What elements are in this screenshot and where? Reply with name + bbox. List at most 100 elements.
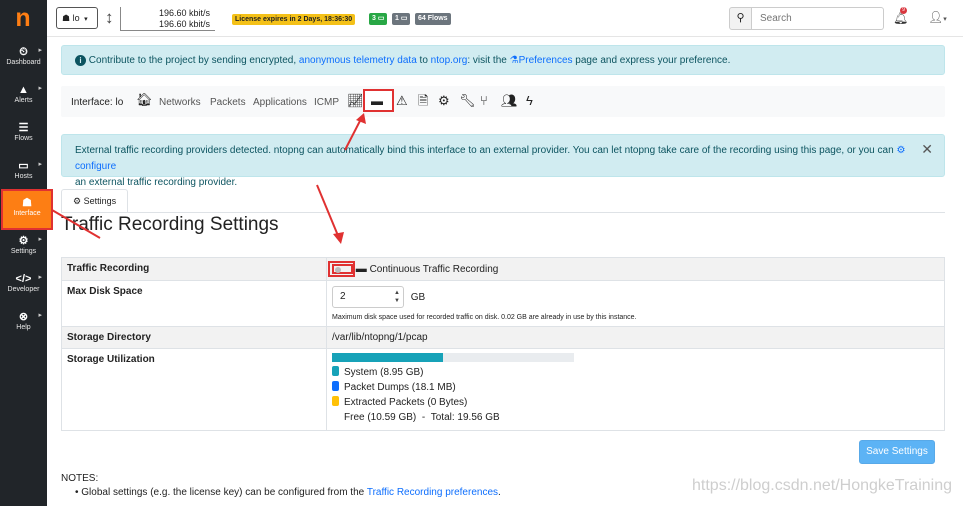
alerts-badge[interactable]: 3 ▭	[369, 13, 388, 25]
sidebar-item-developer[interactable]: </> Developer ▸	[0, 267, 47, 305]
warning-icon[interactable]: ⚠	[396, 94, 408, 108]
sidebar-item-flows[interactable]: ☰ Flows	[0, 116, 47, 154]
unit-label: GB	[410, 291, 426, 303]
user-icon[interactable]: 👤︎▾	[928, 10, 947, 24]
telemetry-link[interactable]: anonymous telemetry data	[299, 55, 417, 66]
legend-system: System (8.95 GB)	[332, 365, 939, 380]
legend-label: System (8.95 GB)	[344, 367, 424, 378]
traffic-recording-toggle[interactable]	[332, 264, 353, 275]
laptop-icon: ▭	[400, 15, 408, 22]
storage-progress-bar	[332, 353, 574, 362]
wrench-icon[interactable]: 🔧︎	[459, 94, 476, 108]
flows-icon: ☰	[18, 122, 29, 134]
chevron-right-icon: ▸	[38, 161, 42, 168]
storage-totals: Free (10.59 GB) - Total: 19.56 GB	[332, 410, 939, 425]
interface-icon: ☗	[22, 197, 32, 209]
row-value: ▬ Continuous Traffic Recording	[326, 257, 945, 281]
throughput-tx: 196.60 kbit/s	[159, 19, 211, 29]
interface-nav: Interface: lo 🏠︎ Networks Packets Applic…	[61, 86, 945, 117]
chevron-right-icon: ▸	[38, 85, 42, 92]
sidebar-item-label: Interface	[13, 210, 41, 217]
chevron-down-icon: ▾	[84, 16, 88, 23]
sidebar-item-label: Help	[16, 324, 31, 331]
row-key: Max Disk Space	[61, 280, 327, 327]
home-icon[interactable]: 🏠︎	[136, 93, 153, 107]
throughput-chart[interactable]: 196.60 kbit/s 196.60 kbit/s	[120, 7, 215, 31]
bolt-icon[interactable]: ϟ	[526, 94, 533, 108]
devices-badge[interactable]: 1 ▭	[392, 13, 411, 25]
chevron-right-icon: ▸	[38, 236, 42, 243]
top-bar: ☗ lo ▾ ↕ 196.60 kbit/s 196.60 kbit/s Lic…	[47, 0, 963, 37]
interface-selector[interactable]: ☗ lo ▾	[56, 7, 98, 29]
sidebar-item-interface[interactable]: ☗ Interface	[1, 189, 53, 230]
row-key: Traffic Recording	[61, 257, 327, 281]
nav-networks[interactable]: Networks	[159, 97, 201, 108]
save-settings-button[interactable]: Save Settings	[859, 440, 935, 464]
chevron-right-icon: ▸	[38, 47, 42, 54]
telemetry-alert: i Contribute to the project by sending e…	[61, 45, 945, 75]
flows-badge[interactable]: 64 Flows	[415, 13, 451, 25]
max-disk-space-input[interactable]: 2 ▲ ▼	[332, 286, 404, 308]
users-icon[interactable]: 👥︎	[501, 94, 518, 108]
preferences-link[interactable]: ⚗Preferences	[510, 55, 573, 66]
telemetry-prefix: Contribute to the project by sending enc…	[88, 55, 297, 66]
tab-divider	[61, 212, 945, 213]
telemetry-mid: to	[419, 55, 428, 66]
notes-suffix: .	[498, 487, 501, 498]
table-row: Traffic Recording ▬ Continuous Traffic R…	[61, 257, 945, 281]
storage-progress-fill	[332, 353, 444, 362]
cog-icon: ⚙	[896, 145, 906, 156]
disk-space-help: Maximum disk space used for recorded tra…	[332, 314, 637, 321]
tab-settings[interactable]: ⚙ Settings	[61, 189, 128, 213]
info-icon: i	[75, 55, 86, 66]
notes-item: • Global settings (e.g. the license key)…	[75, 487, 501, 498]
legend-swatch	[332, 396, 339, 406]
nav-packets[interactable]: Packets	[210, 97, 246, 108]
flask-icon: ⚗	[509, 55, 519, 66]
page-title: Traffic Recording Settings	[61, 214, 279, 235]
search-input[interactable]	[752, 7, 884, 30]
telemetry-mid2: : visit the	[467, 55, 507, 66]
settings-table: Traffic Recording ▬ Continuous Traffic R…	[61, 257, 945, 431]
configure-link-label: configure	[75, 161, 117, 172]
cog-icon: ⚙	[73, 196, 82, 206]
sidebar-item-settings[interactable]: ⚙ Settings ▸	[0, 229, 47, 267]
sidebar: n ⏲ Dashboard ▸ ▲ Alerts ▸ ☰ Flows ▭ Hos…	[0, 0, 53, 506]
code-branch-icon[interactable]: ⑂	[480, 94, 488, 108]
traffic-recording-preferences-link[interactable]: Traffic Recording preferences	[367, 487, 498, 498]
row-value: System (8.95 GB) Packet Dumps (18.1 MB) …	[326, 348, 945, 431]
devices-count: 1	[395, 15, 399, 22]
chart-area-icon[interactable]: 📈︎	[347, 94, 364, 108]
search-icon[interactable]: ⚲	[729, 7, 752, 30]
legend-label: Packet Dumps (18.1 MB)	[344, 382, 456, 393]
ntop-org-link[interactable]: ntop.org	[431, 55, 468, 66]
sidebar-item-hosts[interactable]: ▭ Hosts ▸	[0, 154, 47, 192]
notification-count: 9	[900, 7, 907, 14]
provider-alert: External traffic recording providers det…	[61, 134, 945, 188]
close-icon[interactable]: ✕	[921, 141, 933, 157]
sidebar-item-alerts[interactable]: ▲ Alerts ▸	[0, 78, 47, 116]
sidebar-item-help[interactable]: ⊗ Help ▸	[0, 305, 47, 343]
notes-title: NOTES:	[61, 473, 99, 484]
nav-applications[interactable]: Applications	[253, 97, 307, 108]
license-badge[interactable]: License expires in 2 Days, 18:36:30	[232, 14, 356, 25]
provider-text: External traffic recording providers det…	[75, 145, 894, 156]
traffic-recording-tab[interactable]: ▬	[363, 89, 394, 112]
file-icon[interactable]: 🗎	[418, 94, 428, 108]
total-space: Total: 19.56 GB	[430, 412, 500, 423]
sidebar-item-label: Alerts	[14, 97, 33, 104]
cog-icon[interactable]: ⚙	[438, 94, 450, 108]
separator: -	[421, 412, 426, 423]
row-key: Storage Utilization	[61, 348, 327, 431]
stepper-icon[interactable]: ▲ ▼	[394, 289, 400, 305]
ntopng-logo[interactable]: n	[11, 5, 35, 31]
alerts-count: 3	[372, 15, 376, 22]
telemetry-suffix: page and express your preference.	[575, 55, 731, 66]
throughput-rx: 196.60 kbit/s	[159, 8, 211, 18]
notes: NOTES: • Global settings (e.g. the licen…	[61, 472, 501, 500]
nav-icmp[interactable]: ICMP	[314, 97, 339, 108]
notes-text: Global settings (e.g. the license key) c…	[81, 487, 365, 498]
provider-text-2: an external traffic recording provider.	[75, 177, 238, 188]
max-disk-space-value: 2	[340, 291, 346, 302]
sidebar-item-dashboard[interactable]: ⏲ Dashboard ▸	[0, 40, 47, 78]
